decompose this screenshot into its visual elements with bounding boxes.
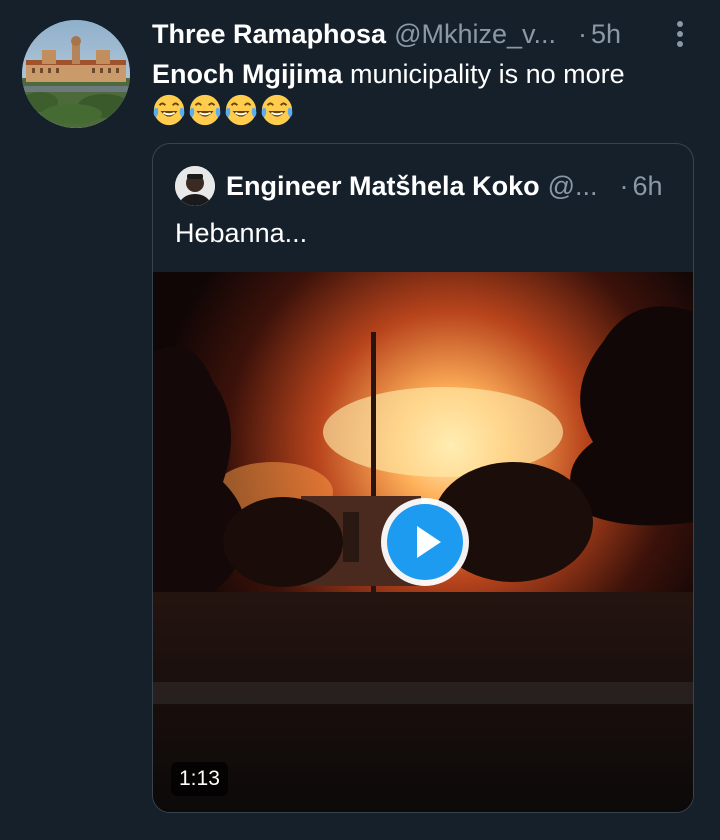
quoted-author-handle[interactable]: @... [548, 171, 598, 202]
play-icon [381, 498, 469, 586]
author-name[interactable]: Three Ramaphosa [152, 19, 386, 50]
emoji-row [152, 93, 294, 129]
quoted-tweet-text: Hebanna... [175, 218, 308, 248]
union-buildings-photo-icon [22, 20, 130, 128]
author-handle[interactable]: @Mkhize_v... [394, 19, 556, 50]
tweet[interactable]: Three Ramaphosa @Mkhize_v... · 5h Enoch … [0, 0, 720, 840]
author-avatar[interactable] [22, 20, 130, 128]
vertical-ellipsis-icon [677, 21, 683, 47]
video-duration: 1:13 [171, 762, 228, 796]
quoted-author-name[interactable]: Engineer Matšhela Koko [226, 171, 540, 202]
quoted-tweet-header: Engineer Matšhela Koko @... · 6h [226, 166, 686, 206]
quoted-tweet-time[interactable]: 6h [633, 171, 663, 202]
tweet-text: Enoch Mgijima municipality is no more [152, 56, 702, 92]
quoted-separator: · [619, 170, 629, 201]
face-with-tears-of-joy-icon [153, 94, 185, 126]
face-with-tears-of-joy-icon [189, 94, 221, 126]
face-with-tears-of-joy-icon [261, 94, 293, 126]
play-button[interactable] [379, 496, 471, 588]
face-with-tears-of-joy-icon [225, 94, 257, 126]
separator: · [578, 18, 588, 49]
video-player[interactable]: 1:13 [153, 272, 693, 812]
tweet-text-mention: Enoch Mgijima [152, 59, 343, 89]
more-options-button[interactable] [672, 20, 688, 48]
quoted-author-avatar[interactable] [175, 166, 215, 206]
quoted-tweet[interactable]: Engineer Matšhela Koko @... · 6h Hebanna… [152, 143, 694, 813]
tweet-header: Three Ramaphosa @Mkhize_v... · 5h [152, 14, 692, 54]
tweet-text-body: municipality is no more [342, 59, 625, 89]
person-photo-icon [175, 166, 215, 206]
tweet-time[interactable]: 5h [591, 19, 621, 50]
